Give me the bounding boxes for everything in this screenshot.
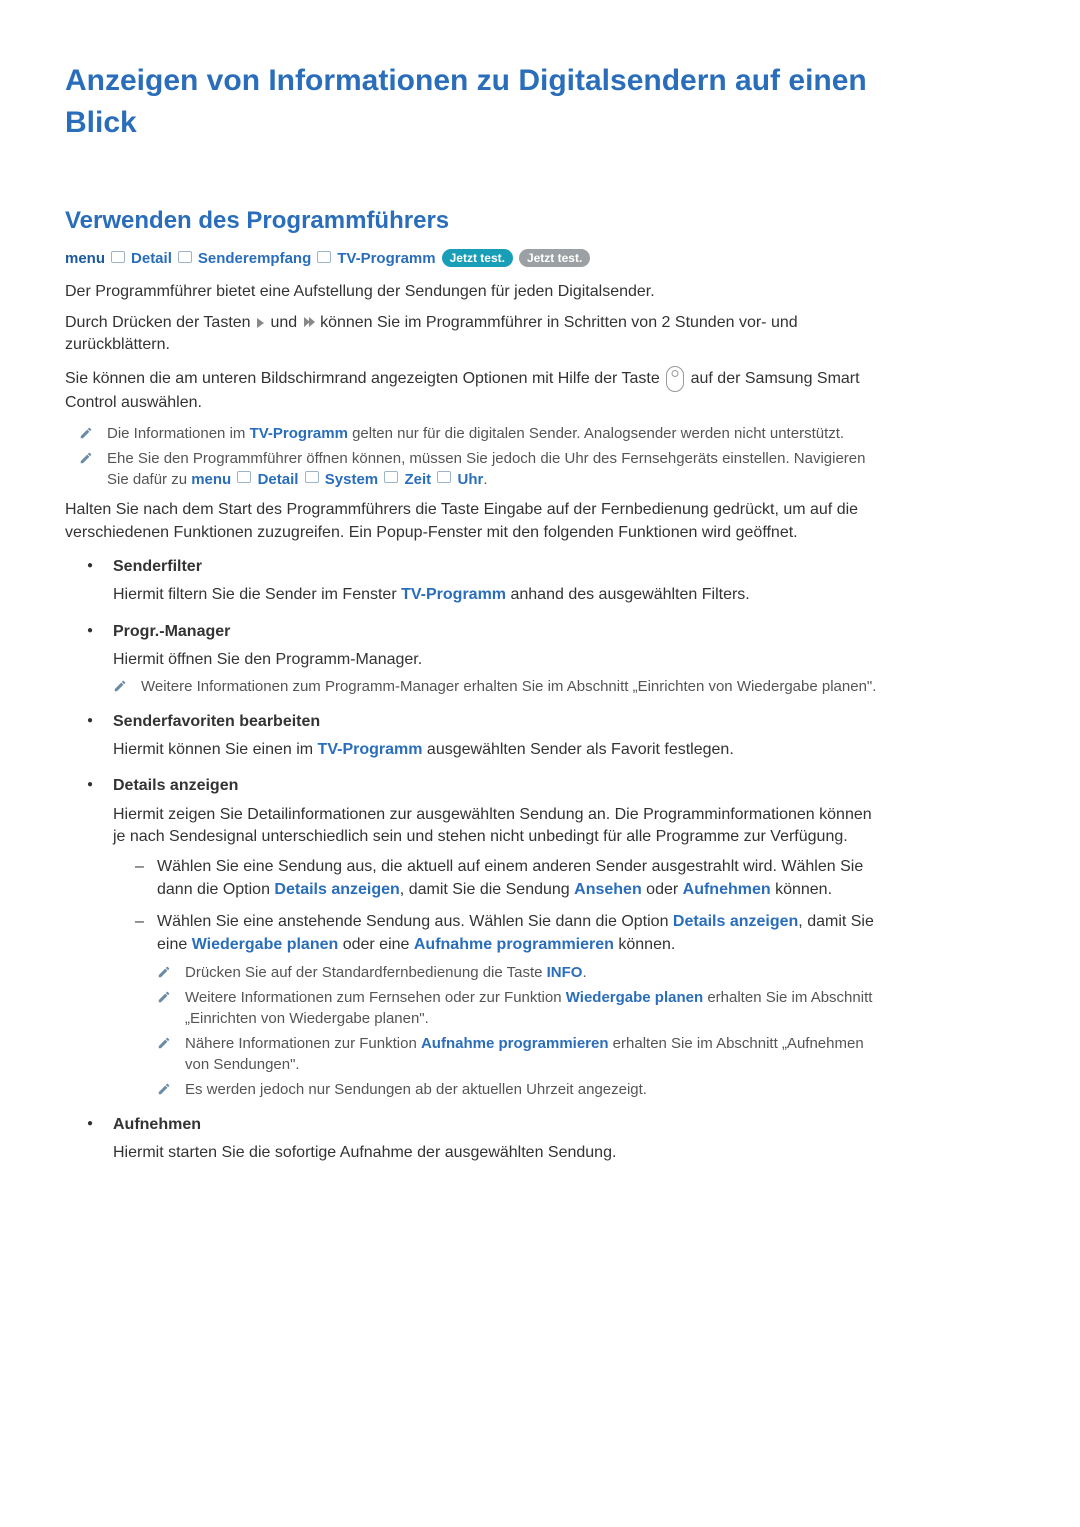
- note-progr-manager: Weitere Informationen zum Programm-Manag…: [113, 676, 885, 697]
- keyword: Details anzeigen: [673, 913, 798, 930]
- text: oder eine: [338, 936, 414, 953]
- text: , damit Sie die Sendung: [400, 881, 574, 898]
- bullet-desc: Hiermit öffnen Sie den Programm-Manager.: [113, 649, 885, 671]
- text: Es werden jedoch nur Sendungen ab der ak…: [185, 1079, 647, 1100]
- note-tvprogramm: Die Informationen im TV-Programm gelten …: [79, 423, 885, 444]
- paragraph-popup-intro: Halten Sie nach dem Start des Programmfü…: [65, 499, 885, 544]
- keyword: Ansehen: [574, 881, 642, 898]
- breadcrumb: menu Detail Senderempfang TV-Programm Je…: [65, 248, 885, 269]
- text: Nähere Informationen zur Funktion: [185, 1035, 421, 1052]
- intro-paragraph-2: Durch Drücken der Tasten und können Sie …: [65, 312, 885, 357]
- keyword: System: [325, 471, 378, 488]
- note-aufnahme-programmieren: Nähere Informationen zur Funktion Aufnah…: [157, 1033, 885, 1075]
- keyword: Wiedergabe planen: [566, 989, 703, 1006]
- text: anhand des ausgewählten Filters.: [506, 586, 750, 603]
- page-title: Anzeigen von Informationen zu Digitalsen…: [65, 60, 885, 144]
- text: .: [582, 964, 586, 981]
- text: Wählen Sie eine anstehende Sendung aus. …: [157, 913, 673, 930]
- keyword: Zeit: [405, 471, 432, 488]
- text: Durch Drücken der Tasten: [65, 314, 255, 331]
- folder-icon: [178, 251, 192, 263]
- dash-item-watch-record: Wählen Sie eine Sendung aus, die aktuell…: [135, 856, 885, 901]
- keyword: TV-Programm: [401, 586, 506, 603]
- bullet-aufnehmen: Aufnehmen Hiermit starten Sie die sofort…: [87, 1114, 885, 1165]
- folder-icon: [384, 471, 398, 483]
- keyword: TV-Programm: [250, 425, 348, 442]
- bullet-desc: Hiermit zeigen Sie Detailinformationen z…: [113, 804, 885, 849]
- pencil-icon: [157, 1036, 171, 1050]
- pencil-icon: [157, 990, 171, 1004]
- bc-senderempfang: Senderempfang: [198, 248, 311, 269]
- try-now-badge-grey[interactable]: Jetzt test.: [519, 249, 590, 268]
- keyword: Details anzeigen: [274, 881, 399, 898]
- pencil-icon: [113, 679, 127, 693]
- bullet-title: Senderfavoriten bearbeiten: [113, 711, 885, 733]
- remote-button-icon: [666, 366, 684, 392]
- bullet-details-anzeigen: Details anzeigen Hiermit zeigen Sie Deta…: [87, 775, 885, 1100]
- text: gelten nur für die digitalen Sender. Ana…: [348, 425, 844, 442]
- bullet-desc: Hiermit filtern Sie die Sender im Fenste…: [113, 584, 885, 606]
- note-wiedergabe-planen: Weitere Informationen zum Fernsehen oder…: [157, 987, 885, 1029]
- bc-menu: menu: [65, 248, 105, 269]
- keyword: Uhr: [458, 471, 484, 488]
- folder-icon: [437, 471, 451, 483]
- text: Hiermit filtern Sie die Sender im Fenste…: [113, 586, 401, 603]
- text: können.: [614, 936, 675, 953]
- keyword: Aufnehmen: [683, 881, 771, 898]
- pencil-icon: [79, 426, 93, 440]
- text: Die Informationen im: [107, 425, 250, 442]
- text: ausgewählten Sender als Favorit festlege…: [422, 741, 733, 758]
- folder-icon: [237, 471, 251, 483]
- keyword: TV-Programm: [318, 741, 423, 758]
- text: Weitere Informationen zum Fernsehen oder…: [185, 989, 566, 1006]
- dash-item-schedule: Wählen Sie eine anstehende Sendung aus. …: [135, 911, 885, 1100]
- try-now-badge[interactable]: Jetzt test.: [442, 249, 513, 268]
- bullet-desc: Hiermit können Sie einen im TV-Programm …: [113, 739, 885, 761]
- pencil-icon: [79, 451, 93, 465]
- bullet-senderfilter: Senderfilter Hiermit filtern Sie die Sen…: [87, 556, 885, 607]
- text: oder: [642, 881, 683, 898]
- text: Hiermit können Sie einen im: [113, 741, 318, 758]
- text: Drücken Sie auf der Standardfernbedienun…: [185, 964, 547, 981]
- arrow-right-icon: [257, 318, 264, 328]
- text: Weitere Informationen zum Programm-Manag…: [141, 676, 876, 697]
- section-heading: Verwenden des Programmführers: [65, 204, 885, 238]
- bullet-senderfavoriten: Senderfavoriten bearbeiten Hiermit könne…: [87, 711, 885, 762]
- text: können.: [771, 881, 832, 898]
- pencil-icon: [157, 965, 171, 979]
- bullet-title: Details anzeigen: [113, 775, 885, 797]
- text: .: [483, 471, 487, 488]
- bullet-title: Senderfilter: [113, 556, 885, 578]
- keyword: menu: [191, 471, 231, 488]
- bullet-desc: Hiermit starten Sie die sofortige Aufnah…: [113, 1142, 885, 1164]
- note-info-button: Drücken Sie auf der Standardfernbedienun…: [157, 962, 885, 983]
- text: Sie können die am unteren Bildschirmrand…: [65, 370, 664, 387]
- folder-icon: [317, 251, 331, 263]
- pencil-icon: [157, 1082, 171, 1096]
- note-current-time: Es werden jedoch nur Sendungen ab der ak…: [157, 1079, 885, 1100]
- folder-icon: [111, 251, 125, 263]
- bullet-title: Progr.-Manager: [113, 621, 885, 643]
- note-clock-setup: Ehe Sie den Programmführer öffnen können…: [79, 448, 885, 490]
- keyword: Detail: [258, 471, 299, 488]
- bc-tvprogramm: TV-Programm: [337, 248, 435, 269]
- keyword: Aufnahme programmieren: [421, 1035, 609, 1052]
- folder-icon: [305, 471, 319, 483]
- keyword: Wiedergabe planen: [192, 936, 339, 953]
- intro-paragraph-3: Sie können die am unteren Bildschirmrand…: [65, 366, 885, 414]
- bc-detail: Detail: [131, 248, 172, 269]
- intro-paragraph-1: Der Programmführer bietet eine Aufstellu…: [65, 281, 885, 303]
- bullet-progr-manager: Progr.-Manager Hiermit öffnen Sie den Pr…: [87, 621, 885, 697]
- text: und: [270, 314, 301, 331]
- keyword: Aufnahme programmieren: [414, 936, 614, 953]
- keyword: INFO: [547, 964, 583, 981]
- bullet-title: Aufnehmen: [113, 1114, 885, 1136]
- arrow-fast-forward-icon: [304, 317, 314, 327]
